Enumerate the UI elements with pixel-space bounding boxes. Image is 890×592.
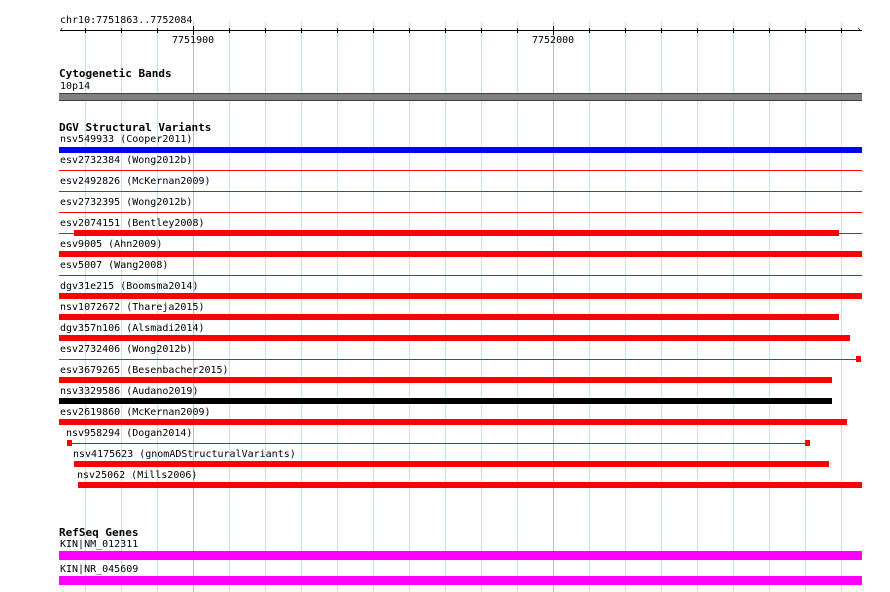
feature-label: esv2619860 (McKernan2009) bbox=[60, 407, 211, 418]
ruler-minor-tick bbox=[661, 28, 662, 33]
ruler-major-tick bbox=[553, 26, 554, 35]
feature-label: nsv25062 (Mills2006) bbox=[77, 470, 198, 481]
feature-label: nsv4175623 (gnomADStructuralVariants) bbox=[73, 449, 296, 460]
ruler-left-arrow-icon: ‹ bbox=[59, 25, 65, 35]
feature-label: dgv31e215 (Boomsma2014) bbox=[60, 281, 199, 292]
grid-line bbox=[481, 22, 482, 592]
grid-line bbox=[661, 22, 662, 592]
feature-label: esv3679265 (Besenbacher2015) bbox=[60, 365, 229, 376]
variant-bar[interactable] bbox=[59, 251, 862, 257]
ruler-minor-tick bbox=[373, 28, 374, 33]
ruler-minor-tick bbox=[517, 28, 518, 33]
ruler-minor-tick bbox=[841, 28, 842, 33]
grid-line bbox=[517, 22, 518, 592]
ruler-minor-tick bbox=[265, 28, 266, 33]
genome-browser: chr10:7751863..7752084 ‹ › 7751900 77520… bbox=[0, 0, 890, 592]
ruler-minor-tick bbox=[85, 28, 86, 33]
feature-label: esv9005 (Ahn2009) bbox=[60, 239, 163, 250]
gene-feature[interactable] bbox=[59, 576, 862, 585]
feature-label: esv5007 (Wang2008) bbox=[60, 260, 169, 271]
variant-bar[interactable] bbox=[59, 275, 862, 276]
variant-bar[interactable] bbox=[59, 359, 859, 360]
grid-line bbox=[769, 22, 770, 592]
ruler-minor-tick bbox=[589, 28, 590, 33]
track-title[interactable]: Cytogenetic Bands bbox=[59, 67, 172, 80]
variant-bar[interactable] bbox=[74, 230, 839, 236]
feature-label: nsv1072672 (Thareja2015) bbox=[60, 302, 205, 313]
ruler-line bbox=[60, 30, 862, 31]
variant-bar[interactable] bbox=[59, 335, 850, 341]
ruler-minor-tick bbox=[805, 28, 806, 33]
variant-bar[interactable] bbox=[59, 212, 862, 213]
grid-line-major bbox=[553, 22, 554, 592]
variant-bar[interactable] bbox=[78, 482, 862, 488]
ruler-minor-tick bbox=[481, 28, 482, 33]
variant-bar[interactable] bbox=[59, 419, 847, 425]
ruler-minor-tick bbox=[301, 28, 302, 33]
variant-end-cap bbox=[856, 356, 861, 362]
ruler-minor-tick bbox=[769, 28, 770, 33]
grid-line bbox=[229, 22, 230, 592]
variant-bar[interactable] bbox=[59, 293, 862, 299]
ruler-minor-tick bbox=[229, 28, 230, 33]
ruler-tick-label: 7751900 bbox=[172, 35, 215, 46]
feature-label: esv2732384 (Wong2012b) bbox=[60, 155, 193, 166]
ruler-minor-tick bbox=[697, 28, 698, 33]
ruler-major-tick bbox=[193, 26, 194, 35]
grid-line bbox=[265, 22, 266, 592]
variant-bar[interactable] bbox=[67, 443, 809, 444]
ruler-minor-tick bbox=[409, 28, 410, 33]
feature-label: KIN|NM_012311 bbox=[60, 539, 139, 550]
ruler-minor-tick bbox=[625, 28, 626, 33]
grid-line bbox=[625, 22, 626, 592]
grid-line bbox=[445, 22, 446, 592]
grid-line bbox=[301, 22, 302, 592]
gene-feature[interactable] bbox=[59, 551, 862, 560]
grid-line bbox=[409, 22, 410, 592]
grid-line bbox=[373, 22, 374, 592]
grid-line bbox=[697, 22, 698, 592]
variant-end-cap bbox=[67, 440, 72, 446]
grid-line bbox=[733, 22, 734, 592]
variant-bar[interactable] bbox=[59, 314, 839, 320]
track-title[interactable]: RefSeq Genes bbox=[59, 526, 138, 539]
grid-line bbox=[589, 22, 590, 592]
variant-bar[interactable] bbox=[59, 191, 862, 192]
variant-bar[interactable] bbox=[59, 398, 832, 404]
region-label: chr10:7751863..7752084 bbox=[60, 15, 193, 26]
variant-bar[interactable] bbox=[59, 147, 862, 153]
feature-label: KIN|NR_045609 bbox=[60, 564, 139, 575]
ruler-minor-tick bbox=[733, 28, 734, 33]
ruler-minor-tick bbox=[157, 28, 158, 33]
grid-line bbox=[337, 22, 338, 592]
variant-end-cap bbox=[805, 440, 810, 446]
grid-line bbox=[805, 22, 806, 592]
variant-bar[interactable] bbox=[74, 461, 829, 467]
feature-label: nsv3329586 (Audano2019) bbox=[60, 386, 199, 397]
ruler-minor-tick bbox=[445, 28, 446, 33]
ruler-minor-tick bbox=[121, 28, 122, 33]
ruler-minor-tick bbox=[337, 28, 338, 33]
feature-label: dgv357n106 (Alsmadi2014) bbox=[60, 323, 205, 334]
ruler-tick-label: 7752000 bbox=[532, 35, 575, 46]
ruler-right-arrow-icon: › bbox=[856, 25, 862, 35]
feature-label: esv2074151 (Bentley2008) bbox=[60, 218, 205, 229]
feature-label: esv2732406 (Wong2012b) bbox=[60, 344, 193, 355]
feature-label: esv2492826 (McKernan2009) bbox=[60, 176, 211, 187]
variant-bar[interactable] bbox=[59, 170, 862, 171]
feature-label: 10p14 bbox=[60, 81, 91, 92]
feature-label: esv2732395 (Wong2012b) bbox=[60, 197, 193, 208]
track-title[interactable]: DGV Structural Variants bbox=[59, 121, 211, 134]
variant-bar[interactable] bbox=[59, 377, 832, 383]
feature-label: nsv549933 (Cooper2011) bbox=[60, 134, 193, 145]
cytoband-feature[interactable] bbox=[59, 93, 862, 101]
feature-label: nsv958294 (Dogan2014) bbox=[66, 428, 193, 439]
grid-line bbox=[841, 22, 842, 592]
